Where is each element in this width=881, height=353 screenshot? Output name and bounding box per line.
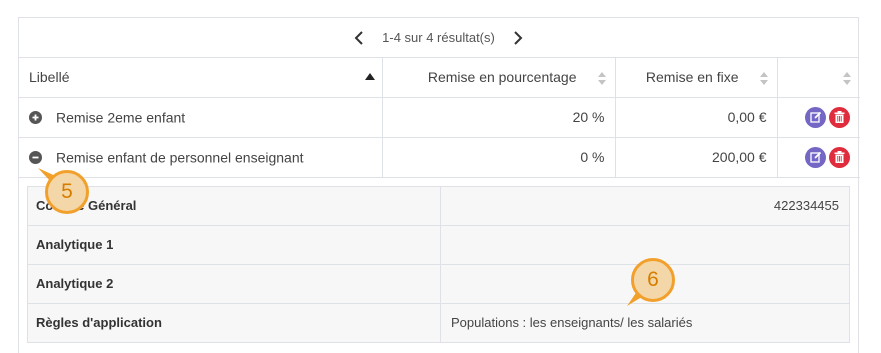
callout-pointers [38,168,650,306]
callout-badge: 6 [631,258,675,302]
callout-badge: 5 [45,170,89,214]
